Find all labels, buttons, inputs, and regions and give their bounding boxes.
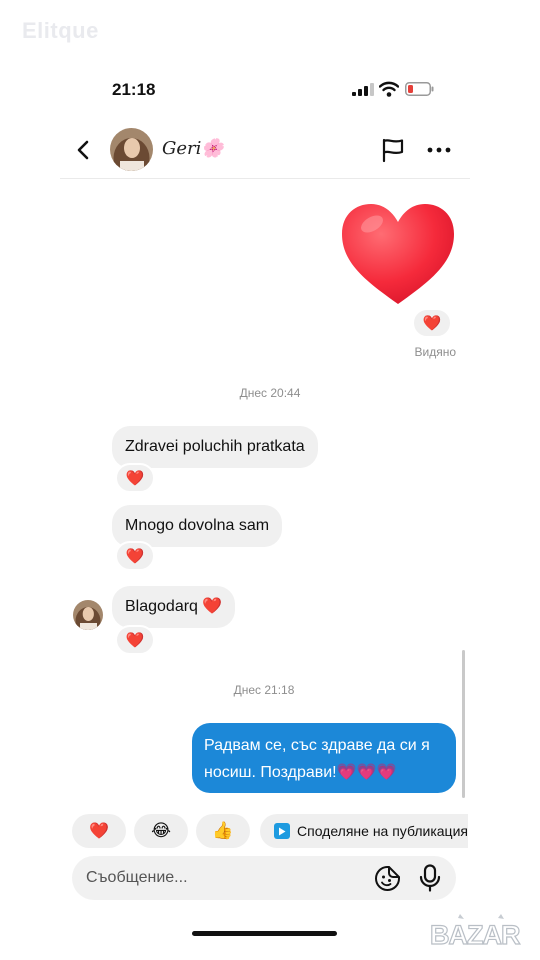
more-options-icon[interactable]: [424, 138, 454, 162]
reaction-badge[interactable]: ❤️: [115, 463, 155, 493]
quick-reply-laugh-button[interactable]: 😂: [134, 814, 188, 848]
contact-small-avatar[interactable]: [73, 600, 103, 630]
contact-avatar[interactable]: [110, 128, 153, 171]
message-input[interactable]: [86, 856, 356, 900]
flag-icon[interactable]: [380, 137, 406, 163]
date-separator: Днес 20:44: [239, 386, 301, 400]
incoming-message[interactable]: Zdravei poluchih pratkata: [112, 426, 318, 468]
back-button[interactable]: [70, 136, 98, 164]
heart-reaction-icon: ❤️: [125, 470, 145, 487]
bazar-logo: BAZAR: [429, 914, 522, 951]
contact-name[interactable]: Geri🌸: [162, 138, 224, 159]
seen-status: Видяно: [414, 345, 456, 359]
sticker-icon[interactable]: [374, 865, 401, 892]
scrollbar[interactable]: [462, 650, 465, 798]
status-time: 21:18: [112, 80, 156, 99]
heart-reaction-icon: ❤️: [125, 548, 145, 565]
reaction-badge[interactable]: ❤️: [115, 625, 155, 655]
home-indicator: [192, 931, 337, 936]
reaction-badge[interactable]: ❤️: [115, 541, 155, 571]
battery-icon: [405, 82, 434, 96]
share-post-label: Споделяне на публикация: [297, 823, 468, 839]
quick-reply-thumbs-up-button[interactable]: 👍: [196, 814, 250, 848]
share-post-button[interactable]: Споделяне на публикация: [260, 814, 468, 848]
microphone-icon[interactable]: [418, 864, 442, 892]
heart-reaction-icon: ❤️: [422, 315, 442, 332]
wifi-icon: [379, 81, 399, 97]
thumbs-up-icon: 👍: [212, 821, 234, 840]
watermark-text: Elitque: [22, 18, 99, 43]
heart-reaction-icon: ❤️: [125, 632, 145, 649]
quick-reply-heart-button[interactable]: ❤️: [72, 814, 126, 848]
incoming-message[interactable]: Blagodarq ❤️: [112, 586, 236, 628]
cellular-signal-icon: [352, 83, 374, 96]
sent-heart-message[interactable]: [338, 200, 458, 308]
date-separator: Днес 21:18: [233, 683, 295, 697]
outgoing-message[interactable]: Радвам се, със здраве да си я носиш. Поз…: [192, 723, 456, 793]
bazar-logo-text: BAZAR: [430, 920, 520, 950]
reaction-badge[interactable]: ❤️: [412, 308, 452, 338]
laughing-face-icon: 😂: [151, 821, 171, 840]
header-divider: [60, 178, 470, 179]
heart-icon: ❤️: [89, 823, 109, 840]
share-post-icon: [274, 823, 290, 839]
